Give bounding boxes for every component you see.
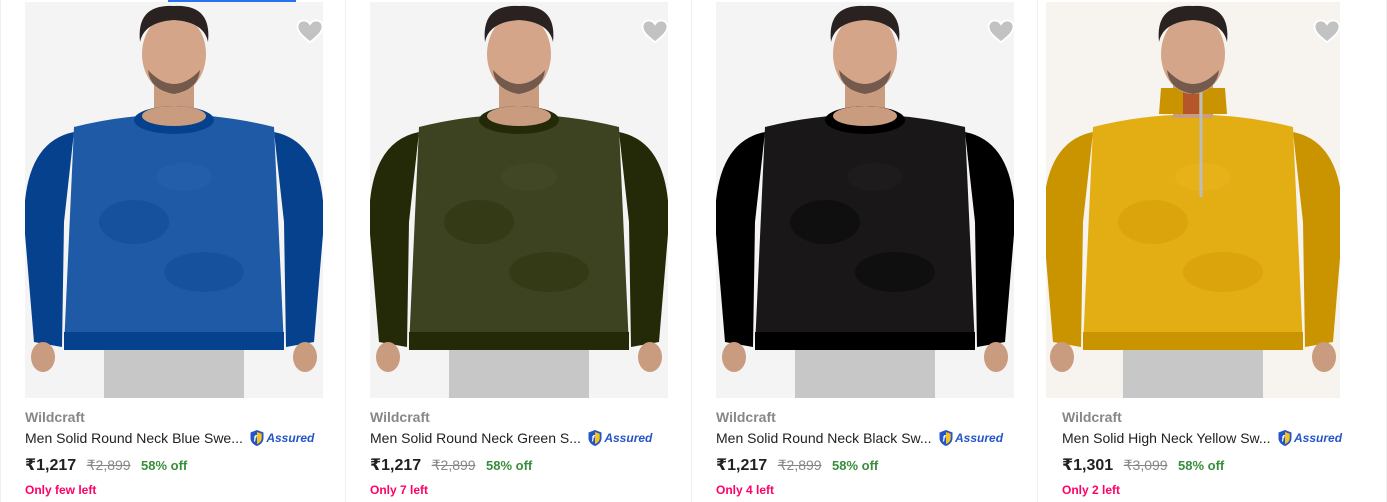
selling-price: ₹1,301 — [1062, 457, 1114, 474]
product-title[interactable]: Men Solid Round Neck Green S... — [370, 430, 581, 446]
assured-label: Assured — [266, 431, 315, 445]
product-image[interactable] — [25, 2, 323, 398]
product-photo — [370, 2, 668, 398]
assured-label: Assured — [1294, 431, 1343, 445]
discount-label: 58% off — [1178, 458, 1225, 473]
product-brand: Wildcraft — [716, 409, 776, 425]
heart-icon — [296, 19, 323, 44]
heart-icon — [1313, 19, 1340, 44]
product-title-row: Men Solid Round Neck Black Sw... f Assur… — [716, 429, 1016, 449]
product-title-row: Men Solid Round Neck Green S... f Assure… — [370, 429, 670, 449]
product-card[interactable]: Wildcraft Men Solid Round Neck Green S..… — [346, 0, 692, 502]
heart-icon — [641, 19, 668, 44]
wishlist-button[interactable] — [295, 16, 323, 46]
price-row: ₹1,217 ₹2,899 58% off — [25, 455, 187, 475]
product-card[interactable]: Wildcraft Men Solid Round Neck Black Sw.… — [692, 0, 1038, 502]
wishlist-button[interactable] — [986, 16, 1014, 46]
product-grid: Wildcraft Men Solid Round Neck Blue Swe.… — [0, 0, 1387, 502]
original-price: ₹2,899 — [431, 457, 476, 473]
product-title[interactable]: Men Solid High Neck Yellow Sw... — [1062, 430, 1271, 446]
assured-badge: f Assured — [1277, 429, 1342, 447]
stock-status: Only 2 left — [1062, 483, 1121, 497]
product-title[interactable]: Men Solid Round Neck Blue Swe... — [25, 430, 243, 446]
price-row: ₹1,217 ₹2,899 58% off — [716, 455, 878, 475]
stock-status: Only few left — [25, 483, 97, 497]
stock-status: Only 4 left — [716, 483, 775, 497]
original-price: ₹2,899 — [86, 457, 131, 473]
price-row: ₹1,301 ₹3,099 58% off — [1062, 455, 1224, 475]
product-photo — [1046, 2, 1340, 398]
product-title-row: Men Solid Round Neck Blue Swe... f Assur… — [25, 429, 325, 449]
product-image[interactable] — [370, 2, 668, 398]
heart-icon — [987, 19, 1014, 44]
assured-badge: f Assured — [938, 429, 1003, 447]
price-row: ₹1,217 ₹2,899 58% off — [370, 455, 532, 475]
discount-label: 58% off — [141, 458, 188, 473]
shield-icon: f — [939, 430, 953, 446]
product-photo — [716, 2, 1014, 398]
selling-price: ₹1,217 — [370, 457, 422, 474]
original-price: ₹2,899 — [777, 457, 822, 473]
stock-status: Only 7 left — [370, 483, 429, 497]
assured-label: Assured — [604, 431, 653, 445]
product-image[interactable] — [1046, 2, 1340, 398]
product-brand: Wildcraft — [1062, 409, 1122, 425]
selling-price: ₹1,217 — [716, 457, 768, 474]
product-image[interactable] — [716, 2, 1014, 398]
product-brand: Wildcraft — [25, 409, 85, 425]
shield-icon: f — [1278, 430, 1292, 446]
product-photo — [25, 2, 323, 398]
shield-icon: f — [250, 430, 264, 446]
product-card[interactable]: Wildcraft Men Solid Round Neck Blue Swe.… — [0, 0, 346, 502]
wishlist-button[interactable] — [1312, 16, 1340, 46]
discount-label: 58% off — [832, 458, 879, 473]
original-price: ₹3,099 — [1123, 457, 1168, 473]
product-title[interactable]: Men Solid Round Neck Black Sw... — [716, 430, 932, 446]
assured-label: Assured — [955, 431, 1004, 445]
assured-badge: f Assured — [587, 429, 652, 447]
discount-label: 58% off — [486, 458, 533, 473]
product-title-row: Men Solid High Neck Yellow Sw... f Assur… — [1062, 429, 1362, 449]
selling-price: ₹1,217 — [25, 457, 77, 474]
product-card[interactable]: Wildcraft Men Solid High Neck Yellow Sw.… — [1038, 0, 1387, 502]
wishlist-button[interactable] — [640, 16, 668, 46]
product-brand: Wildcraft — [370, 409, 430, 425]
assured-badge: f Assured — [249, 429, 314, 447]
shield-icon: f — [588, 430, 602, 446]
